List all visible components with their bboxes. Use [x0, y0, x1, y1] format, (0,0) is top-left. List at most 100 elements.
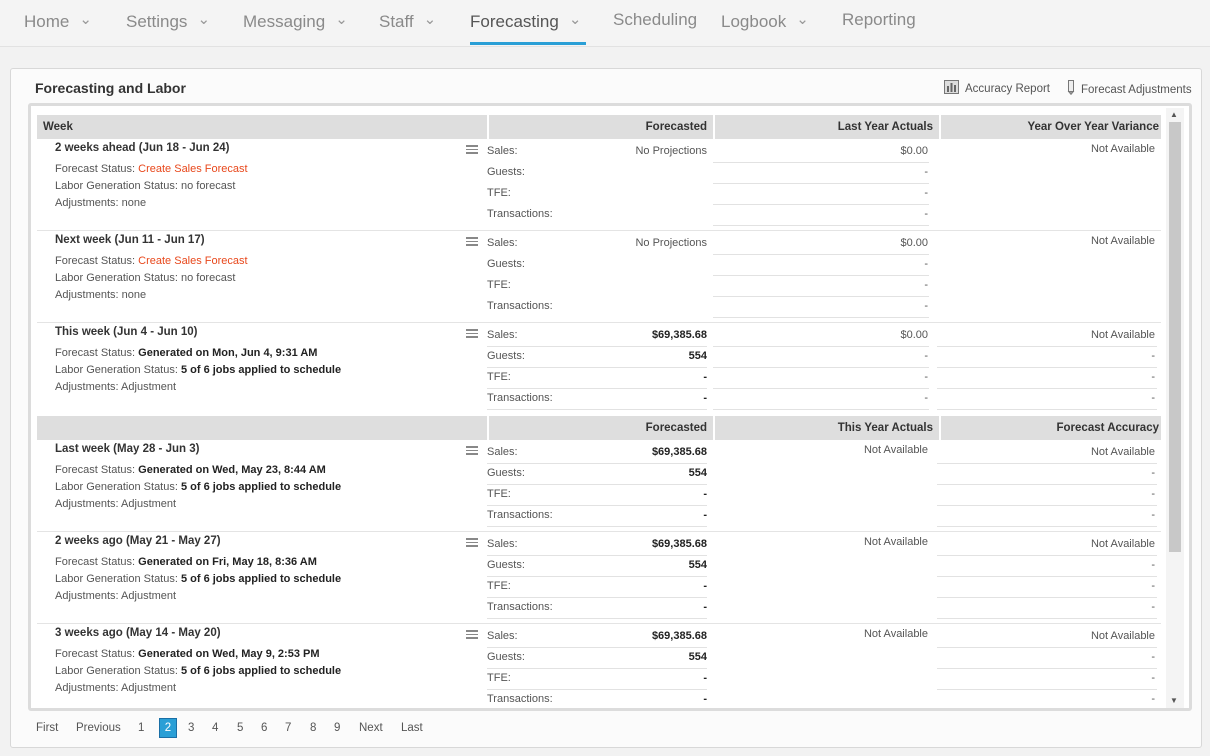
cell-underline — [713, 183, 929, 184]
nav-label: Settings — [126, 12, 188, 31]
vertical-scrollbar[interactable]: ▲ ▼ — [1166, 108, 1184, 708]
row-menu-icon[interactable] — [466, 538, 478, 547]
week-row: 3 weeks ago (May 14 - May 20) Forecast St… — [31, 624, 1161, 708]
adjustments-value: Adjustment — [121, 682, 177, 694]
metric-label-tfe: TFE: — [487, 580, 511, 592]
metric-label-sales: Sales: — [487, 630, 518, 642]
pager-page-3[interactable]: 3 — [188, 719, 194, 739]
labor-generation-status: Labor Generation Status: 5 of 6 jobs app… — [55, 665, 341, 677]
metric-label-sales: Sales: — [487, 329, 518, 341]
adjustments-label: Adjustments: — [55, 381, 122, 393]
col4-guests: - — [1151, 350, 1155, 362]
forecasted-guests: 554 — [688, 467, 707, 479]
col4-transactions: - — [1151, 509, 1155, 521]
nav-logbook[interactable]: Logbook ⌄ — [721, 0, 809, 47]
metric-label-sales: Sales: — [487, 538, 518, 550]
adjustments-value: none — [121, 289, 147, 301]
scroll-up-icon[interactable]: ▲ — [1170, 110, 1178, 119]
cell-underline — [487, 555, 707, 556]
nav-label: Forecasting — [470, 12, 559, 31]
nav-staff[interactable]: Staff ⌄ — [379, 0, 436, 47]
cell-underline — [713, 388, 929, 389]
labor-status-value: 5 of 6 jobs applied to schedule — [180, 573, 342, 585]
nav-settings[interactable]: Settings ⌄ — [126, 0, 210, 47]
week-title: 3 weeks ago (May 14 - May 20) — [55, 627, 221, 639]
header-yoy-variance: Year Over Year Variance — [1027, 121, 1159, 133]
top-nav: Home ⌄ Settings ⌄ Messaging ⌄ Staff ⌄ Forecastin… — [0, 0, 1210, 47]
pager-page-4[interactable]: 4 — [212, 719, 218, 739]
nav-forecasting[interactable]: Forecasting ⌄ — [470, 0, 586, 47]
pager-page-2[interactable]: 2 — [159, 718, 177, 738]
cell-underline — [937, 597, 1157, 598]
pager-page-5[interactable]: 5 — [237, 719, 243, 739]
cell-underline — [487, 597, 707, 598]
week-title: 2 weeks ago (May 21 - May 27) — [55, 535, 221, 547]
cell-underline — [487, 367, 707, 368]
col3-value: Not Available — [863, 536, 928, 548]
forecast-status-label: Forecast Status: — [55, 347, 139, 359]
cell-underline — [937, 647, 1157, 648]
col3-tfe: - — [924, 371, 928, 383]
col3-sales: $0.00 — [900, 145, 928, 157]
row-menu-icon[interactable] — [466, 446, 478, 455]
labor-status-value: 5 of 6 jobs applied to schedule — [180, 481, 342, 493]
metric-label-tfe: TFE: — [487, 371, 511, 383]
chevron-down-icon: ⌄ — [197, 11, 211, 28]
forecast-status: Forecast Status: Create Sales Forecast — [55, 163, 248, 175]
pager-last[interactable]: Last — [401, 719, 423, 739]
row-menu-icon[interactable] — [466, 237, 478, 246]
forecast-status-label: Forecast Status: — [55, 556, 139, 568]
pager-page-1[interactable]: 1 — [138, 719, 144, 739]
pager-first[interactable]: First — [36, 719, 58, 739]
metric-label-sales: Sales: — [487, 237, 518, 249]
adjustments: Adjustments: Adjustment — [55, 498, 176, 510]
col4-transactions: - — [1151, 392, 1155, 404]
forecast-status: Forecast Status: Generated on Fri, May 1… — [55, 556, 317, 568]
cell-underline — [487, 484, 707, 485]
row-menu-icon[interactable] — [466, 145, 478, 154]
accuracy-report-link[interactable]: Accuracy Report — [944, 80, 1050, 97]
week-title: 2 weeks ahead (Jun 18 - Jun 24) — [55, 142, 230, 154]
chevron-down-icon: ⌄ — [79, 11, 92, 28]
cell-underline — [713, 162, 929, 163]
create-sales-forecast-link[interactable]: Create Sales Forecast — [138, 255, 247, 267]
adjustments-label: Adjustments: — [55, 590, 122, 602]
cell-underline — [713, 409, 929, 410]
metric-label-guests: Guests: — [487, 166, 525, 178]
nav-label: Home — [24, 12, 70, 31]
row-menu-icon[interactable] — [466, 630, 478, 639]
create-sales-forecast-link[interactable]: Create Sales Forecast — [138, 163, 247, 175]
cell-underline — [937, 409, 1157, 410]
forecast-status-label: Forecast Status: — [55, 255, 139, 267]
col3-value: Not Available — [863, 444, 928, 456]
scroll-down-icon[interactable]: ▼ — [1170, 696, 1178, 705]
col4-value: Not Available — [1090, 235, 1155, 247]
col3-transactions: - — [924, 300, 928, 312]
nav-messaging[interactable]: Messaging ⌄ — [243, 0, 348, 47]
col3-tfe: - — [924, 187, 928, 199]
row-menu-icon[interactable] — [466, 329, 478, 338]
pager-page-9[interactable]: 9 — [334, 719, 340, 739]
forecast-adjustments-link[interactable]: Forecast Adjustments — [1067, 80, 1192, 98]
cell-underline — [487, 505, 707, 506]
forecasted-transactions: - — [703, 601, 707, 613]
nav-home[interactable]: Home ⌄ — [24, 0, 92, 47]
pager-next[interactable]: Next — [359, 719, 383, 739]
metric-label-tfe: TFE: — [487, 672, 511, 684]
labor-generation-status: Labor Generation Status: no forecast — [55, 272, 235, 284]
chevron-down-icon: ⌄ — [796, 11, 809, 28]
pager-page-7[interactable]: 7 — [285, 719, 291, 739]
nav-reporting[interactable]: Reporting — [842, 0, 916, 47]
nav-scheduling[interactable]: Scheduling — [613, 0, 697, 47]
labor-status-value: no forecast — [180, 180, 236, 192]
forecasted-sales: $69,385.68 — [651, 446, 707, 458]
col4-guests: - — [1151, 559, 1155, 571]
pager-page-8[interactable]: 8 — [310, 719, 316, 739]
forecasted-tfe: - — [703, 672, 707, 684]
scrollbar-thumb[interactable] — [1169, 122, 1181, 552]
cell-underline — [937, 618, 1157, 619]
forecast-status-label: Forecast Status: — [55, 163, 139, 175]
pager-page-6[interactable]: 6 — [261, 719, 267, 739]
pager-previous[interactable]: Previous — [76, 719, 121, 739]
adjustments: Adjustments: Adjustment — [55, 682, 176, 694]
